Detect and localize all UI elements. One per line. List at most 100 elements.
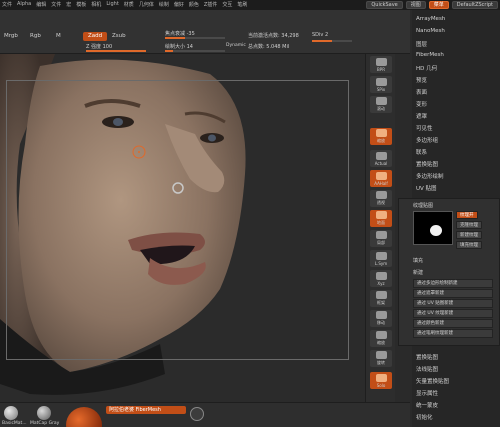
m-button[interactable]: M (56, 33, 61, 39)
lsym-button[interactable]: L.Sym (370, 250, 392, 267)
menu-draw[interactable]: 绘制 (159, 1, 169, 8)
new-from-color[interactable]: 通过颜色新建 (413, 319, 493, 328)
scale-button[interactable]: 缩放 (370, 330, 392, 347)
panel-item-arraymesh[interactable]: ArrayMesh (416, 16, 445, 22)
menu-light[interactable]: Light (106, 1, 118, 8)
sdiv-slider[interactable]: SDiv 2 (312, 32, 328, 38)
aahalf-icon (375, 171, 387, 180)
panel-item-polypaint[interactable]: 多边形绘制 (416, 172, 444, 180)
rotate-button[interactable]: 旋转 (370, 350, 392, 367)
aahalf-button[interactable]: AAHalf (370, 170, 392, 187)
spix-button[interactable]: SPix (370, 76, 392, 93)
persp-button[interactable]: 透视 (370, 190, 392, 207)
panel-item-fibermesh[interactable]: FiberMesh (416, 52, 444, 58)
panel-item-masking[interactable]: 遮罩 (416, 112, 427, 120)
panel-item-vector-displacement[interactable]: 矢量置换贴图 (416, 377, 449, 385)
menu-file2[interactable]: 文件 (51, 1, 61, 8)
rgb-button[interactable]: Rgb (30, 33, 41, 39)
menu-geometry[interactable]: 几何体 (139, 1, 154, 8)
zbrush-logo-icon[interactable] (190, 407, 204, 421)
menu-color[interactable]: 颜色 (189, 1, 199, 8)
focal-shift-slider[interactable]: 焦点衰减 -35 (165, 30, 195, 37)
menu-file[interactable]: 文件 (2, 1, 12, 8)
panel-item-nanomesh[interactable]: NanoMesh (416, 28, 445, 34)
actual-button[interactable]: Actual (370, 150, 392, 167)
new-from-uvmap[interactable]: 通过 UV 贴图新建 (413, 299, 493, 308)
panel-item-polygroups[interactable]: 多边形组 (416, 136, 438, 144)
z-intensity-slider[interactable]: Z 强度 100 (86, 43, 112, 50)
panel-item-visibility[interactable]: 可见性 (416, 124, 433, 132)
mrgb-button[interactable]: Mrgb (4, 33, 18, 39)
menu-interact[interactable]: 交互 (222, 1, 232, 8)
floor-button[interactable]: 地面 (370, 210, 392, 227)
draw-size-track[interactable] (165, 50, 225, 52)
new-from-uv-texture[interactable]: 通过 UV 纹理新建 (413, 309, 493, 318)
menu-brush[interactable]: 笔刷 (237, 1, 247, 8)
pixel-icon (375, 77, 387, 86)
menu-items: 文件 Alpha 编辑 文件 宏 模板 相机 Light 材质 几何体 绘制 偏… (2, 1, 247, 8)
default-script-button[interactable]: DefaultZScript (451, 1, 498, 9)
panel-item-deformation[interactable]: 变形 (416, 100, 427, 108)
basic-material-swatch[interactable] (4, 406, 18, 420)
move-button[interactable]: 移动 (370, 310, 392, 327)
panel-item-preview[interactable]: 预览 (416, 76, 427, 84)
frame-button[interactable]: 框架 (370, 290, 392, 307)
matcap-gray-swatch[interactable] (37, 406, 51, 420)
menu-template[interactable]: 模板 (76, 1, 86, 8)
panel-item-displacement-map[interactable]: 置换贴图 (416, 353, 438, 361)
menu-material[interactable]: 材质 (124, 1, 134, 8)
quicksave-button[interactable]: QuickSave (366, 1, 403, 9)
zoom-button[interactable]: 缩放 (370, 128, 392, 145)
bpr-button[interactable]: BPR (370, 56, 392, 73)
top-toolbar: Mrgb Rgb M Zadd Zsub Z 强度 100 焦点衰减 -35 绘… (0, 10, 410, 54)
bpr-label: BPR (377, 66, 385, 72)
xyz-button[interactable]: Xyz (370, 270, 392, 287)
new-from-polypaint[interactable]: 通过多边形绘制新建 (413, 279, 493, 288)
lsym-label: L.Sym (374, 260, 388, 266)
menu-zplugin[interactable]: Z插件 (204, 1, 217, 8)
panel-item-surface[interactable]: 表面 (416, 88, 427, 96)
active-points-readout: 当前激活点数: 34,298 (248, 33, 299, 39)
texture-thumbnail[interactable] (413, 211, 453, 245)
rotate-icon (375, 351, 387, 359)
menu-macro[interactable]: 宏 (66, 1, 71, 8)
panel-item-display-properties[interactable]: 显示属性 (416, 389, 438, 397)
panel-item-normal-map[interactable]: 法线贴图 (416, 365, 438, 373)
zadd-button[interactable]: Zadd (83, 32, 107, 41)
new-from-brush-texture[interactable]: 通过笔刷纹理新建 (413, 329, 493, 338)
mesh-name-field[interactable]: 阿拉伯老婆 FiberMesh (106, 406, 186, 414)
matcap-gray-label: MatCap Gray (30, 421, 60, 426)
panel-item-displacement[interactable]: 置换贴图 (416, 160, 438, 168)
panel-item-initialize[interactable]: 初始化 (416, 413, 433, 421)
solo-icon (375, 373, 387, 382)
current-material-swatch[interactable] (66, 407, 102, 427)
new-from-mask[interactable]: 通过遮罩新建 (413, 289, 493, 298)
bottom-bar: BasicMat... MatCap Gray 阿拉伯老婆 FiberMesh (0, 402, 410, 427)
canvas-viewport[interactable] (0, 54, 365, 402)
menu-alpha[interactable]: Alpha (17, 1, 31, 8)
new-texture-button[interactable]: 新建纹理 (456, 231, 482, 239)
menu-prefs[interactable]: 偏好 (174, 1, 184, 8)
panel-item-unified-skin[interactable]: 统一蒙皮 (416, 401, 438, 409)
fill-texture-button[interactable]: 填充纹理 (456, 241, 482, 249)
menu-edit[interactable]: 编辑 (36, 1, 46, 8)
views-button[interactable]: 视图 (405, 1, 426, 9)
dynamic-button[interactable]: Dynamic (226, 43, 246, 48)
panel-item-contact[interactable]: 联系 (416, 148, 427, 156)
menus-button[interactable]: 菜单 (428, 1, 449, 9)
texture-on-button[interactable]: 纹理开 (456, 211, 478, 219)
rotate-label: 旋转 (377, 360, 385, 365)
menu-camera[interactable]: 相机 (91, 1, 101, 8)
panel-item-layers[interactable]: 图层 (416, 40, 427, 48)
local-button[interactable]: 局部 (370, 230, 392, 247)
clone-texture-button[interactable]: 克隆纹理 (456, 221, 482, 229)
focal-shift-fill (165, 37, 185, 39)
frame-icon (375, 291, 387, 299)
scroll-button[interactable]: 滚动 (370, 96, 392, 113)
panel-item-uvmap[interactable]: UV 贴图 (416, 184, 437, 192)
draw-size-slider[interactable]: 绘制大小 14 (165, 43, 193, 50)
panel-item-hd-geometry[interactable]: HD 几何 (416, 64, 437, 72)
subpanel-header[interactable]: 纹理贴图 (413, 202, 433, 209)
solo-button[interactable]: Solo (370, 372, 392, 389)
zsub-button[interactable]: Zsub (112, 33, 126, 39)
